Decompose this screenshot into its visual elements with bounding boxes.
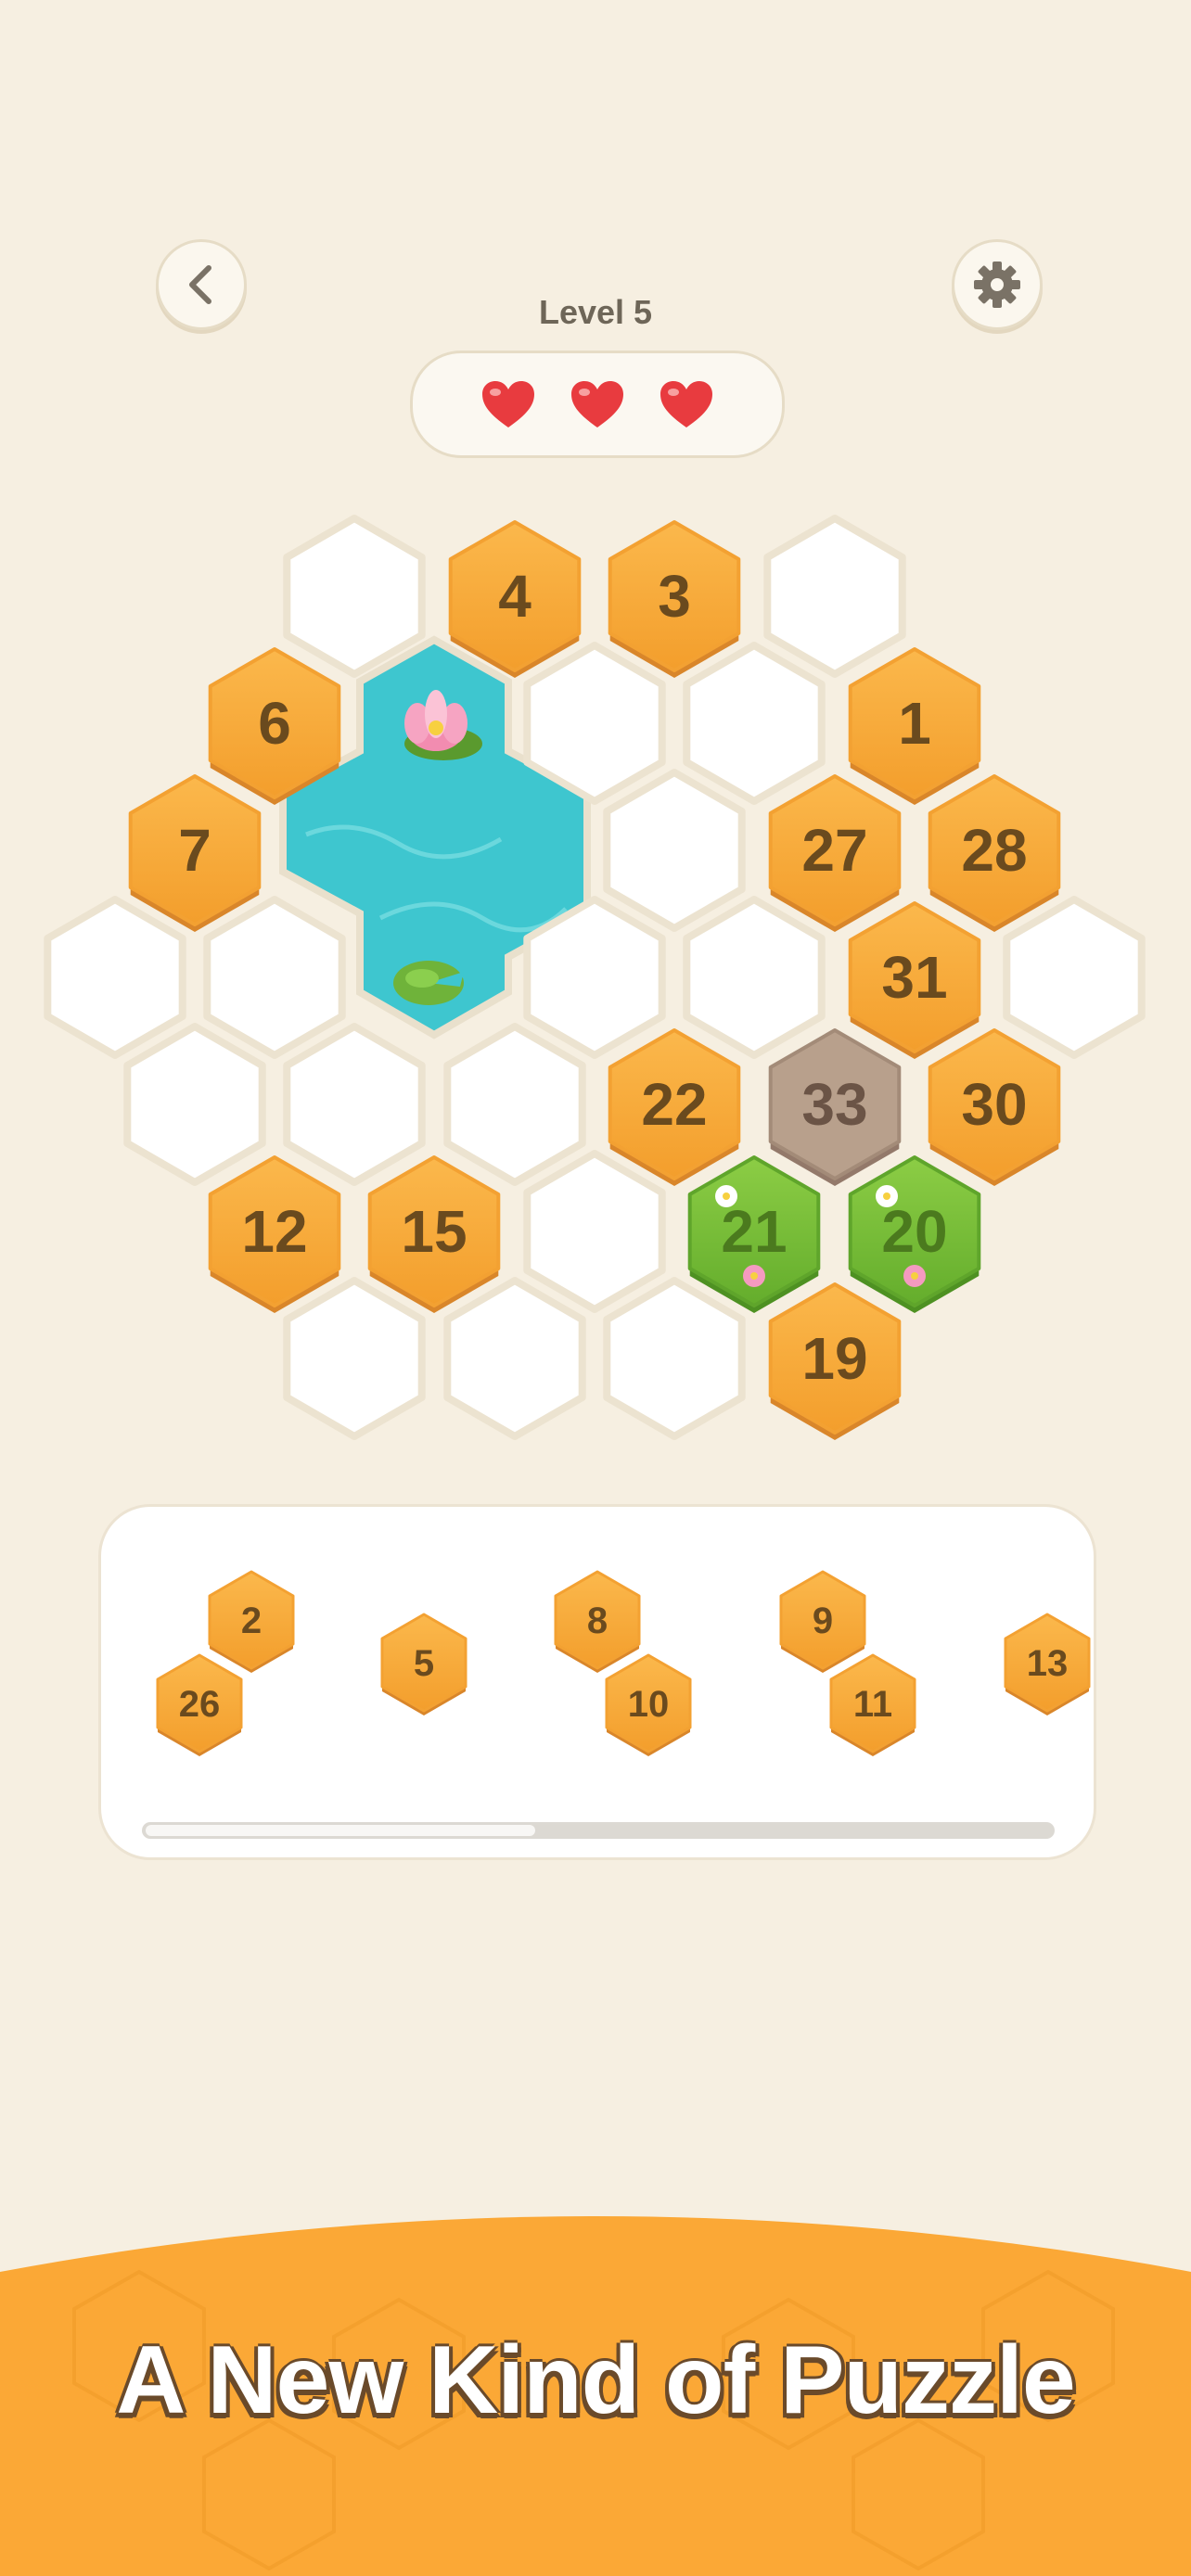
tray-pieces[interactable]: 2 26 5 8 10 9 11 13 [101,1507,1094,1813]
tray-piece-number: 9 [813,1600,833,1641]
number-hex-tile[interactable]: 7 [128,774,262,932]
tile-number: 21 [721,1198,787,1265]
tray-piece-number: 5 [414,1643,434,1684]
hex-board[interactable]: 4 3 6 1 7 27 2831 22 33 30 12 15 21 2019 [0,0,1191,1484]
number-hex-tile[interactable]: 30 [928,1028,1061,1186]
tile-number: 33 [801,1071,867,1138]
empty-hex-cell[interactable] [683,896,826,1059]
empty-hex-cell[interactable] [443,1277,586,1440]
tray-scroll-thumb[interactable] [146,1825,535,1836]
tile-number: 4 [498,563,531,630]
empty-hex-cell[interactable] [123,1023,266,1186]
piece-tray[interactable]: 2 26 5 8 10 9 11 13 [98,1504,1096,1860]
number-hex-tile[interactable]: 3 [608,520,741,678]
tile-number: 22 [641,1071,707,1138]
empty-hex-cell[interactable] [523,896,666,1059]
empty-hex-cell[interactable] [283,1277,426,1440]
empty-hex-cell[interactable] [603,769,746,932]
tray-piece[interactable]: 11 [829,1653,916,1756]
stone-hex-tile[interactable]: 33 [768,1028,902,1186]
tray-piece[interactable]: 8 [554,1570,641,1673]
empty-hex-cell[interactable] [203,896,346,1059]
tile-number: 30 [961,1071,1027,1138]
tray-piece-number: 13 [1027,1643,1069,1684]
tile-number: 15 [401,1198,467,1265]
tray-piece[interactable]: 9 [779,1570,866,1673]
number-hex-tile[interactable]: 4 [448,520,582,678]
tile-number: 19 [801,1325,867,1392]
tile-number: 31 [881,944,947,1011]
empty-hex-cell[interactable] [283,515,426,678]
tray-piece-number: 11 [853,1684,892,1725]
tile-number: 12 [241,1198,307,1265]
banner-tagline: A New Kind of Puzzle [116,2327,1076,2434]
grass-hex-tile[interactable]: 21 [687,1155,821,1313]
tray-piece-number: 8 [587,1600,608,1641]
number-hex-tile[interactable]: 31 [848,901,981,1059]
empty-hex-cell[interactable] [523,642,666,805]
number-hex-tile[interactable]: 1 [848,647,981,805]
tile-number: 27 [801,817,867,884]
tray-piece[interactable]: 13 [1004,1613,1091,1715]
tray-piece[interactable]: 26 [156,1653,243,1756]
empty-hex-cell[interactable] [443,1023,586,1186]
tile-number: 28 [961,817,1027,884]
empty-hex-cell[interactable] [44,896,186,1059]
empty-hex-cell[interactable] [283,1023,426,1186]
empty-hex-cell[interactable] [763,515,906,678]
empty-hex-cell[interactable] [1003,896,1146,1059]
grass-hex-tile[interactable]: 20 [848,1155,981,1313]
number-hex-tile[interactable]: 12 [208,1155,341,1313]
empty-hex-cell[interactable] [523,1150,666,1313]
tile-number: 1 [898,690,931,757]
number-hex-tile[interactable]: 27 [768,774,902,932]
tray-piece-number: 10 [628,1684,670,1725]
empty-hex-cell[interactable] [683,642,826,805]
tray-piece[interactable]: 10 [605,1653,692,1756]
tray-piece-number: 26 [179,1684,221,1725]
tile-number: 6 [258,690,291,757]
lily-pad-icon [393,961,464,1005]
number-hex-tile[interactable]: 19 [768,1282,902,1440]
number-hex-tile[interactable]: 22 [608,1028,741,1186]
tile-number: 3 [658,563,691,630]
tray-piece[interactable]: 5 [380,1613,467,1715]
tile-number: 7 [178,817,211,884]
empty-hex-cell[interactable] [603,1277,746,1440]
tray-piece-number: 2 [241,1600,262,1641]
tray-scrollbar[interactable] [142,1822,1055,1839]
tile-number: 20 [881,1198,947,1265]
tray-piece[interactable]: 2 [208,1570,295,1673]
number-hex-tile[interactable]: 28 [928,774,1061,932]
number-hex-tile[interactable]: 15 [367,1155,501,1313]
